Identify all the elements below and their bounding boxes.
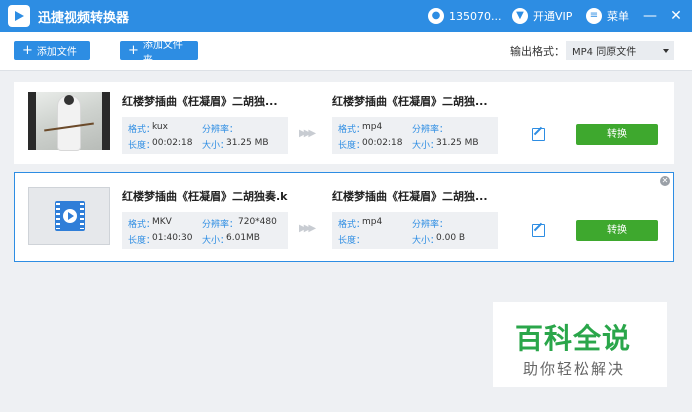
duration-label: 长度： (128, 141, 156, 151)
edit-icon[interactable] (532, 128, 545, 141)
format-label: 格式： (128, 125, 156, 135)
title-bar: 迅捷视频转换器 ● 135070... ▼ 开通VIP ≡ 菜单 — ✕ (0, 0, 692, 32)
file-item[interactable]: ✕ 红楼梦插曲《枉凝眉》二胡独奏.k 格式： MKV 分辨率： 720*480 … (14, 172, 674, 262)
vip-label: 开通VIP (533, 10, 573, 23)
duration-label: 长度： (338, 141, 366, 151)
user-account[interactable]: ● 135070... (428, 6, 501, 26)
format-label: 格式： (338, 125, 366, 135)
target-size: 0.00 B (436, 233, 466, 243)
video-thumbnail (28, 187, 110, 245)
resolution-label: 分辨率： (202, 220, 239, 230)
size-label: 大小： (412, 236, 440, 246)
toolbar: + 添加文件 + 添加文件夹 输出格式： MP4 同原文件 (0, 32, 692, 71)
source-size: 31.25 MB (226, 138, 269, 148)
target-format: mp4 (362, 122, 383, 132)
source-file-name: 红楼梦插曲《枉凝眉》二胡独... (122, 95, 278, 108)
convert-button[interactable]: 转换 (576, 220, 658, 241)
app-title: 迅捷视频转换器 (38, 11, 130, 26)
target-info: 格式： mp4 分辨率： 长度： 大小： 0.00 B (332, 212, 498, 249)
convert-button[interactable]: 转换 (576, 124, 658, 145)
video-thumbnail (28, 92, 110, 150)
size-label: 大小： (202, 141, 230, 151)
convert-arrow-icon: ▶▶▶ (299, 223, 316, 234)
source-info: 格式： MKV 分辨率： 720*480 长度： 01:40:30 大小： 6.… (122, 212, 288, 249)
source-file-name: 红楼梦插曲《枉凝眉》二胡独奏.k (122, 190, 288, 203)
plus-icon: + (22, 42, 33, 58)
format-label: 格式： (128, 220, 156, 230)
target-file-name: 红楼梦插曲《枉凝眉》二胡独... (332, 95, 488, 108)
dropdown-arrow-icon (663, 49, 669, 53)
user-icon: ● (428, 8, 444, 24)
size-label: 大小： (412, 141, 440, 151)
vip-icon: ▼ (512, 8, 528, 24)
duration-label: 长度： (338, 236, 366, 246)
menu-button[interactable]: ≡ 菜单 (586, 6, 629, 26)
remove-item-icon[interactable]: ✕ (660, 176, 670, 186)
size-label: 大小： (202, 236, 230, 246)
menu-icon: ≡ (586, 8, 602, 24)
source-resolution: 720*480 (238, 217, 277, 227)
file-item[interactable]: 红楼梦插曲《枉凝眉》二胡独... 格式： kux 分辨率： 长度： 00:02:… (14, 82, 674, 164)
source-size: 6.01MB (226, 233, 260, 243)
source-duration: 00:02:18 (152, 138, 193, 148)
watermark-title: 百科全说 (515, 322, 632, 355)
source-info: 格式： kux 分辨率： 长度： 00:02:18 大小： 31.25 MB (122, 117, 288, 154)
close-window-button[interactable]: ✕ (666, 6, 686, 26)
vip-button[interactable]: ▼ 开通VIP (512, 6, 572, 26)
resolution-label: 分辨率： (412, 220, 449, 230)
video-file-icon (55, 201, 85, 231)
resolution-label: 分辨率： (202, 125, 239, 135)
target-size: 31.25 MB (436, 138, 479, 148)
output-format-value: MP4 同原文件 (572, 47, 637, 58)
watermark: 百科全说 助你轻松解决 (493, 302, 667, 387)
target-file-name: 红楼梦插曲《枉凝眉》二胡独... (332, 190, 488, 203)
convert-arrow-icon: ▶▶▶ (299, 128, 316, 139)
user-name: 135070... (449, 9, 502, 23)
add-folder-label: 添加文件夹 (142, 39, 183, 66)
add-folder-button[interactable]: + 添加文件夹 (120, 40, 198, 66)
target-duration: 00:02:18 (362, 138, 403, 148)
output-format-label: 输出格式： (510, 45, 565, 58)
minimize-button[interactable]: — (640, 6, 660, 26)
add-file-label: 添加文件 (36, 47, 77, 58)
menu-label: 菜单 (607, 10, 629, 23)
app-logo-icon (8, 5, 30, 27)
plus-icon: + (128, 42, 139, 58)
watermark-subtitle: 助你轻松解决 (523, 360, 626, 378)
source-format: MKV (152, 217, 172, 227)
resolution-label: 分辨率： (412, 125, 449, 135)
duration-label: 长度： (128, 236, 156, 246)
add-file-button[interactable]: + 添加文件 (14, 41, 90, 60)
source-format: kux (152, 122, 168, 132)
target-format: mp4 (362, 217, 383, 227)
output-format-select[interactable]: MP4 同原文件 (566, 41, 674, 60)
target-info: 格式： mp4 分辨率： 长度： 00:02:18 大小： 31.25 MB (332, 117, 498, 154)
edit-icon[interactable] (532, 224, 545, 237)
source-duration: 01:40:30 (152, 233, 193, 243)
format-label: 格式： (338, 220, 366, 230)
